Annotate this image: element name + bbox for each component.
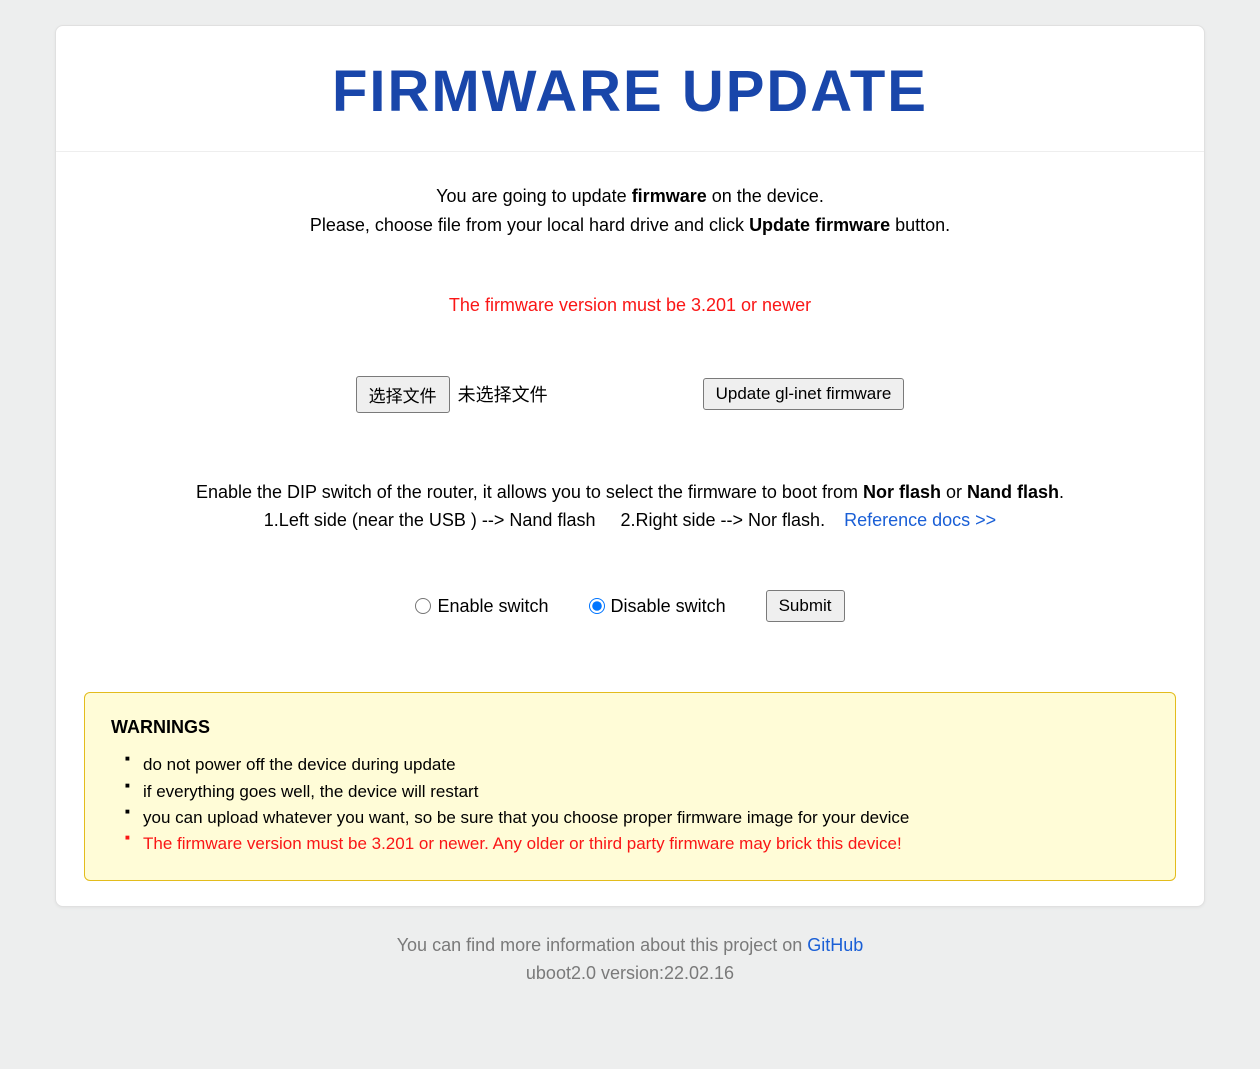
file-row: 选择文件 未选择文件 Update gl-inet firmware — [56, 316, 1204, 413]
intro-line2-bold: Update firmware — [749, 215, 890, 235]
warning-item: if everything goes well, the device will… — [125, 779, 1149, 805]
intro-line2-pre: Please, choose file from your local hard… — [310, 215, 749, 235]
intro-line1-post: on the device. — [707, 186, 824, 206]
footer: You can find more information about this… — [55, 907, 1205, 989]
warning-item: do not power off the device during updat… — [125, 752, 1149, 778]
intro-line1-pre: You are going to update — [436, 186, 632, 206]
file-chooser: 选择文件 未选择文件 — [356, 376, 548, 413]
github-link[interactable]: GitHub — [807, 935, 863, 955]
disable-switch-text: Disable switch — [611, 596, 726, 617]
disable-switch-radio[interactable] — [589, 598, 605, 614]
enable-switch-radio[interactable] — [415, 598, 431, 614]
disable-switch-label[interactable]: Disable switch — [589, 596, 726, 617]
dip-line2-left: 1.Left side (near the USB ) --> Nand fla… — [264, 510, 596, 530]
page-title: FIRMWARE UPDATE — [76, 58, 1184, 125]
intro-text: You are going to update firmware on the … — [56, 152, 1204, 240]
dip-line2-right: 2.Right side --> Nor flash. — [620, 510, 825, 530]
reference-docs-link[interactable]: Reference docs >> — [844, 510, 996, 530]
intro-line1-bold: firmware — [632, 186, 707, 206]
intro-line2-post: button. — [890, 215, 950, 235]
warnings-list: do not power off the device during updat… — [111, 752, 1149, 857]
card-header: FIRMWARE UPDATE — [56, 26, 1204, 152]
warnings-box: WARNINGS do not power off the device dur… — [84, 692, 1176, 880]
dip-line1-bold2: Nand flash — [967, 482, 1059, 502]
warning-item-critical: The firmware version must be 3.201 or ne… — [125, 831, 1149, 857]
version-warning: The firmware version must be 3.201 or ne… — [56, 240, 1204, 316]
choose-file-button[interactable]: 选择文件 — [356, 376, 450, 413]
footer-version: uboot2.0 version:22.02.16 — [65, 959, 1195, 988]
main-card: FIRMWARE UPDATE You are going to update … — [55, 25, 1205, 907]
warnings-title: WARNINGS — [111, 717, 1149, 738]
file-status-text: 未选择文件 — [458, 381, 548, 407]
enable-switch-text: Enable switch — [437, 596, 548, 617]
warning-item: you can upload whatever you want, so be … — [125, 805, 1149, 831]
submit-button[interactable]: Submit — [766, 590, 845, 622]
dip-line1-post: . — [1059, 482, 1064, 502]
footer-text: You can find more information about this… — [397, 935, 808, 955]
dip-line1-bold1: Nor flash — [863, 482, 941, 502]
dip-line1-pre: Enable the DIP switch of the router, it … — [196, 482, 863, 502]
enable-switch-label[interactable]: Enable switch — [415, 596, 548, 617]
dip-line1-mid: or — [941, 482, 967, 502]
update-firmware-button[interactable]: Update gl-inet firmware — [703, 378, 905, 410]
dip-switch-info: Enable the DIP switch of the router, it … — [56, 413, 1204, 536]
switch-radio-row: Enable switch Disable switch Submit — [56, 535, 1204, 682]
